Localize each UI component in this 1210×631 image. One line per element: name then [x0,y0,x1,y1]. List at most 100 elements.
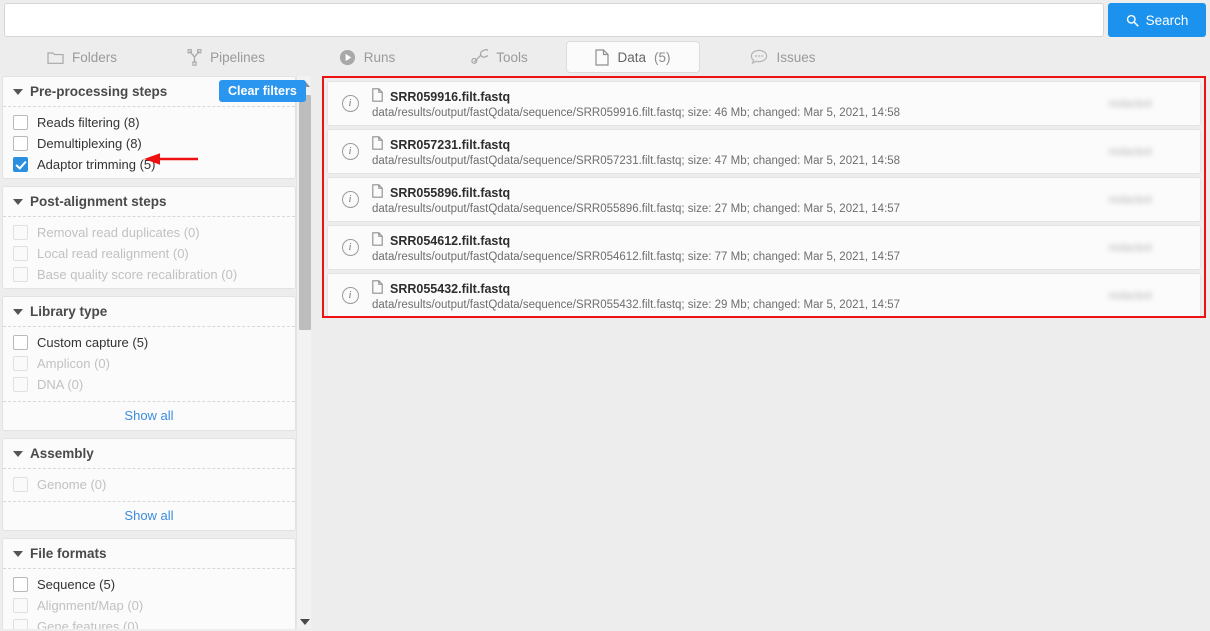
facet-option-label: Alignment/Map (0) [37,598,144,613]
facet-header[interactable]: Assembly [3,439,295,469]
results-list: i SRR059916.filt.fastq data/results/output… [322,76,1206,318]
facet-checkbox[interactable] [13,157,28,172]
row-meta-cell: redacted [1060,242,1200,254]
tab-pipelines[interactable]: Pipelines [168,41,284,73]
facet-option-label: Sequence (5) [37,577,116,592]
tab-folders[interactable]: Folders [28,41,136,73]
file-icon [372,184,383,201]
facet-options: Reads filtering (8) Demultiplexing (8) Ada… [3,107,295,178]
info-icon[interactable]: i [341,239,359,256]
facet-group: File formats Sequence (5) Alignment/Map (0… [2,538,296,629]
facet-group: Post-alignment steps Removal read duplica… [2,186,296,289]
redacted-text: redacted [1108,193,1152,206]
list-item[interactable]: i SRR055432.filt.fastq data/results/output… [327,273,1201,316]
tab-folders-label: Folders [71,49,117,65]
file-name: SRR057231.filt.fastq [390,137,511,152]
info-icon[interactable]: i [341,143,359,160]
facet-options: Custom capture (5) Amplicon (0) DNA (0) [3,327,295,398]
facet-header[interactable]: Post-alignment steps [3,187,295,217]
info-icon[interactable]: i [341,287,359,304]
show-all-link[interactable]: Show all [3,501,295,530]
row-meta-cell: redacted [1060,146,1200,158]
redacted-text: redacted [1108,97,1152,110]
facet-option[interactable]: Adaptor trimming (5) [3,154,295,175]
play-icon [339,49,356,66]
row-content: SRR055432.filt.fastq data/results/output/… [372,280,1060,311]
facet-title: Pre-processing steps [30,84,168,99]
chevron-down-icon [13,308,23,315]
facet-option-label: Genome (0) [37,477,107,492]
facet-option-label: Adaptor trimming (5) [37,157,156,172]
list-item[interactable]: i SRR059916.filt.fastq data/results/output… [327,81,1201,126]
search-button[interactable]: Search [1108,3,1206,37]
facet-checkbox [13,619,28,629]
info-icon[interactable]: i [341,191,359,208]
info-icon[interactable]: i [341,95,359,112]
search-bar: Search [0,0,1210,40]
facet-option[interactable]: Sequence (5) [3,574,295,595]
redacted-text: redacted [1108,289,1152,302]
tab-data[interactable]: Data (5) [566,41,700,73]
row-title: SRR054612.filt.fastq [372,232,1060,249]
facet-checkbox [13,356,28,371]
facet-option[interactable]: Custom capture (5) [3,332,295,353]
facet-title: Assembly [30,446,94,461]
facet-option-label: Gene features (0) [37,619,139,629]
list-item[interactable]: i SRR057231.filt.fastq data/results/output… [327,129,1201,174]
facet-checkbox[interactable] [13,577,28,592]
tab-issues[interactable]: Issues [730,41,836,73]
tab-pipelines-label: Pipelines [210,49,265,65]
facet-options: Genome (0) [3,469,295,498]
row-meta-cell: redacted [1060,290,1200,302]
facet-option-label: Custom capture (5) [37,335,149,350]
scrollbar-thumb[interactable] [299,95,311,330]
facet-option[interactable]: Reads filtering (8) [3,112,295,133]
facet-checkbox [13,267,28,282]
sidebar-scrollbar[interactable] [296,76,311,629]
facet-checkbox[interactable] [13,136,28,151]
file-name: SRR059916.filt.fastq [390,89,511,104]
row-info-cell: i [328,95,372,112]
facet-option: Genome (0) [3,474,295,495]
facet-checkbox [13,477,28,492]
facet-header[interactable]: Library type [3,297,295,327]
facet-checkbox[interactable] [13,115,28,130]
facet-checkbox [13,598,28,613]
tab-data-label: Data [617,49,647,65]
chevron-down-icon [13,88,23,95]
search-button-label: Search [1145,12,1189,28]
file-details: data/results/output/fastQdata/sequence/S… [372,203,901,215]
file-icon [372,136,383,153]
scroll-down-arrow-icon[interactable] [297,614,312,629]
folder-icon [47,50,64,65]
facet-checkbox[interactable] [13,335,28,350]
facet-title: File formats [30,546,107,561]
list-item[interactable]: i SRR055896.filt.fastq data/results/output… [327,177,1201,222]
tab-tools[interactable]: Tools [452,41,546,73]
facet-checkbox [13,377,28,392]
wrench-icon [470,49,489,65]
application-window: Search Folders Pipelines Runs Tools Data… [0,0,1210,631]
facet-option: Alignment/Map (0) [3,595,295,616]
tab-runs[interactable]: Runs [322,41,412,73]
show-all-link[interactable]: Show all [3,401,295,430]
facet-header[interactable]: File formats [3,539,295,569]
clear-filters-button[interactable]: Clear filters [219,80,306,102]
tab-tools-label: Tools [496,49,528,65]
facet-option-label: Reads filtering (8) [37,115,140,130]
facet-option[interactable]: Demultiplexing (8) [3,133,295,154]
tab-runs-label: Runs [363,49,396,65]
row-info-cell: i [328,287,372,304]
list-item[interactable]: i SRR054612.filt.fastq data/results/output… [327,225,1201,270]
search-input[interactable] [4,3,1104,37]
row-title: SRR055432.filt.fastq [372,280,1060,297]
facet-group: Library type Custom capture (5) Amplicon (… [2,296,296,431]
facet-title: Library type [30,304,108,319]
file-details: data/results/output/fastQdata/sequence/S… [372,299,901,311]
facet-option: Amplicon (0) [3,353,295,374]
facet-title: Post-alignment steps [30,194,167,209]
navigation-tabs: Folders Pipelines Runs Tools Data (5) Is… [0,40,1210,110]
row-info-cell: i [328,143,372,160]
file-icon [372,280,383,297]
filters-sidebar: Pre-processing steps Reads filtering (8) D… [2,76,312,629]
